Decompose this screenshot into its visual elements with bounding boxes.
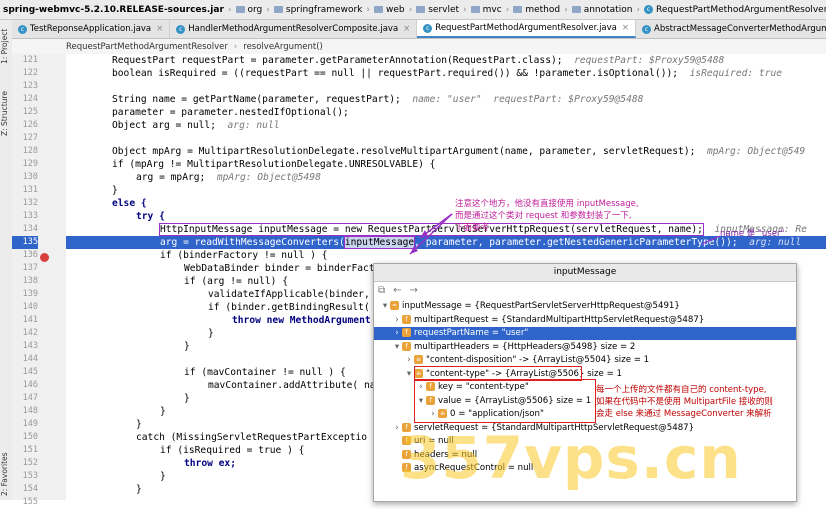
annotation-note-name: name 是 "user" [720, 229, 785, 239]
tree-node-label: "content-disposition" -> {ArrayList@5504… [426, 355, 650, 365]
popup-toolbar: ⧉ ← → [374, 282, 796, 298]
tree-node[interactable]: ▾ = inputMessage = {RequestPartServletServ… [374, 300, 796, 313]
tree-node[interactable]: ▾ f multipartHeaders = {HttpHeaders@5498} … [374, 341, 796, 354]
field-icon: = [390, 301, 399, 310]
tree-node[interactable]: › f requestPartName = "user" [374, 327, 796, 340]
expanded-arrow-icon[interactable]: ▾ [404, 368, 414, 381]
popup-title: inputMessage [374, 264, 796, 282]
watermark: 357vps.cn [400, 424, 742, 492]
expanded-arrow-icon[interactable]: ▾ [380, 300, 390, 313]
collapsed-arrow-icon[interactable]: › [392, 314, 402, 327]
tree-node-label: requestPartName = "user" [414, 328, 529, 338]
forward-arrow-icon[interactable]: → [410, 285, 418, 296]
back-arrow-icon[interactable]: ← [393, 285, 401, 296]
copy-icon[interactable]: ⧉ [378, 285, 385, 296]
collapsed-arrow-icon[interactable]: › [392, 327, 402, 340]
tree-node[interactable]: › f multipartRequest = {StandardMultipartH… [374, 314, 796, 327]
annotation-note-main: 注意这个地方，他没有直接使用 inputMessage, 而是通过这个类对 re… [455, 199, 639, 233]
field-icon: f [402, 328, 411, 337]
annotation-note-content-type: 每一个上传的文件都有自己的 content-type, 如果在代码中不是使用 M… [596, 385, 773, 419]
expanded-arrow-icon[interactable]: ▾ [392, 341, 402, 354]
tree-node-label: multipartHeaders = {HttpHeaders@5498} si… [414, 341, 636, 352]
list-entry-icon: ≡ [414, 355, 423, 364]
tree-node-label: inputMessage = {RequestPartServletServer… [402, 301, 680, 311]
collapsed-arrow-icon[interactable]: › [404, 354, 414, 367]
tree-node-label: multipartRequest = {StandardMultipartHtt… [414, 314, 705, 325]
field-icon: f [402, 314, 411, 324]
field-icon: f [402, 341, 411, 351]
annotation-box-value [414, 379, 596, 423]
